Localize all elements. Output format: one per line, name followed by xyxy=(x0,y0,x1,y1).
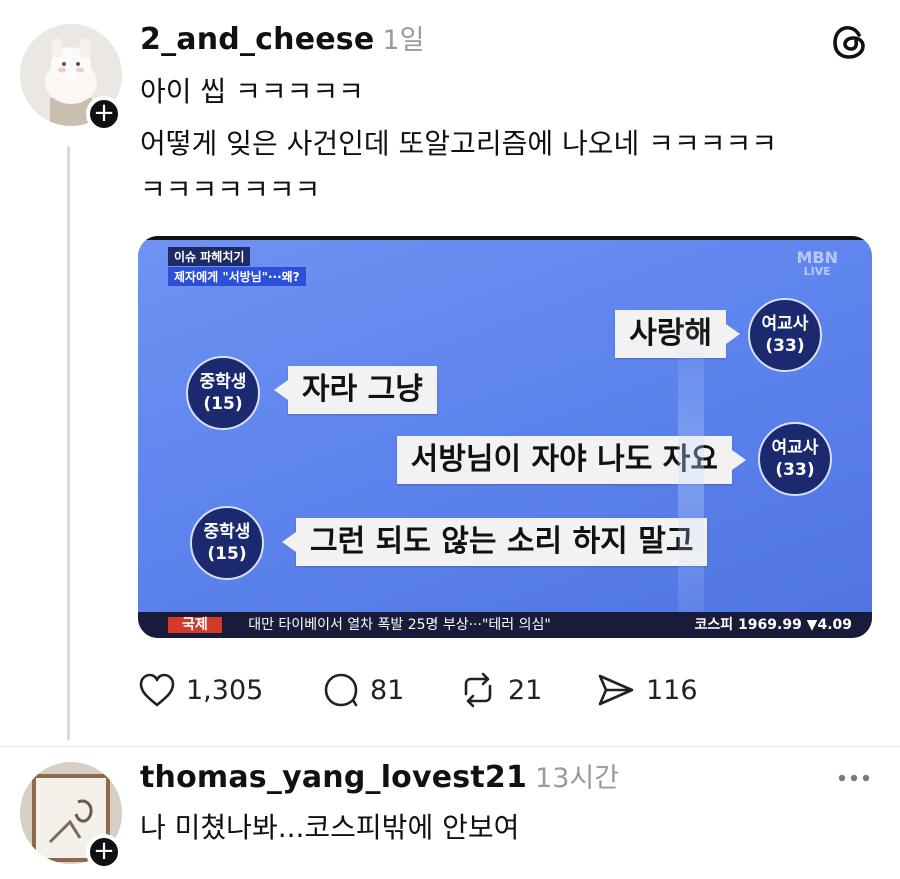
share-count: 116 xyxy=(646,674,698,706)
threads-logo-icon[interactable] xyxy=(830,22,870,62)
speaker-age: (15) xyxy=(203,394,243,414)
comment-button[interactable]: 81 xyxy=(322,672,404,708)
send-icon xyxy=(598,674,634,706)
post-line-2: 어떻게 잊은 사건인데 또알고리즘에 나오네 ㅋㅋㅋㅋㅋ xyxy=(140,127,777,160)
speaker-name: 중학생 xyxy=(203,522,251,542)
reply-username[interactable]: thomas_yang_lovest21 xyxy=(140,760,527,795)
post-time: 1일 xyxy=(382,25,425,56)
speaker-badge: 중학생 (15) xyxy=(190,506,264,580)
chat-bubble: 자라 그냥 xyxy=(274,366,437,414)
reply-time: 13시간 xyxy=(535,763,620,794)
reply-header: thomas_yang_lovest21 13시간 xyxy=(140,756,619,795)
repost-button[interactable]: 21 xyxy=(458,672,542,708)
comment-bubble-icon xyxy=(324,673,358,707)
speaker-age: (15) xyxy=(207,544,247,564)
news-tag: 이슈 파헤치기 제자에게 "서방님"···왜? xyxy=(168,246,306,286)
post-line-3: ㅋㅋㅋㅋㅋㅋㅋ xyxy=(140,173,321,206)
post-line-1: 아이 씹 ㅋㅋㅋㅋㅋ xyxy=(140,75,364,108)
speaker-age: (33) xyxy=(765,336,805,356)
mbn-logo-text: MBN xyxy=(796,248,838,267)
repost-count: 21 xyxy=(508,674,543,706)
ticker-index: 코스피 1969.99 ▼4.09 xyxy=(694,617,852,633)
ticker-label: 국제 xyxy=(168,617,222,633)
speaker-badge: 여교사 (33) xyxy=(758,422,832,496)
post-media-image[interactable]: 이슈 파헤치기 제자에게 "서방님"···왜? MBN LIVE 사랑해 여교사… xyxy=(138,236,872,638)
username[interactable]: 2_and_cheese xyxy=(140,22,374,57)
follow-plus-icon[interactable]: + xyxy=(86,834,122,870)
ticker-text: 대만 타이베이서 열차 폭발 25명 부상···"테러 의심" xyxy=(248,617,551,633)
repost-icon xyxy=(464,672,492,708)
more-dots-icon[interactable] xyxy=(834,770,874,784)
post-header: 2_and_cheese 1일 xyxy=(140,18,424,57)
like-button[interactable]: 1,305 xyxy=(138,672,263,708)
like-count: 1,305 xyxy=(186,674,264,706)
reply-text: 나 미쳤나봐...코스피밖에 안보여 xyxy=(140,811,520,844)
light-streak xyxy=(678,296,704,636)
comment-count: 81 xyxy=(370,674,405,706)
follow-plus-icon[interactable]: + xyxy=(86,96,122,132)
mbn-logo-sub: LIVE xyxy=(803,265,831,278)
speaker-name: 여교사 xyxy=(761,314,809,334)
speaker-age: (33) xyxy=(775,460,815,480)
chat-bubble: 그런 되도 않는 소리 하지 말고 xyxy=(281,518,708,566)
speaker-badge: 중학생 (15) xyxy=(186,356,260,430)
heart-icon xyxy=(139,673,175,707)
news-tag-top: 이슈 파헤치기 xyxy=(168,247,251,266)
share-button[interactable]: 116 xyxy=(596,672,698,708)
news-ticker: 국제 대만 타이베이서 열차 폭발 25명 부상···"테러 의심" 코스피 1… xyxy=(138,612,872,638)
speaker-name: 중학생 xyxy=(199,372,247,392)
speaker-badge: 여교사 (33) xyxy=(748,298,822,372)
thread-line xyxy=(67,146,70,740)
chat-bubble: 사랑해 xyxy=(615,310,740,358)
divider xyxy=(0,746,900,747)
news-tag-bottom: 제자에게 "서방님"···왜? xyxy=(168,267,306,286)
speaker-name: 여교사 xyxy=(771,438,819,458)
mbn-logo: MBN LIVE xyxy=(796,248,838,278)
